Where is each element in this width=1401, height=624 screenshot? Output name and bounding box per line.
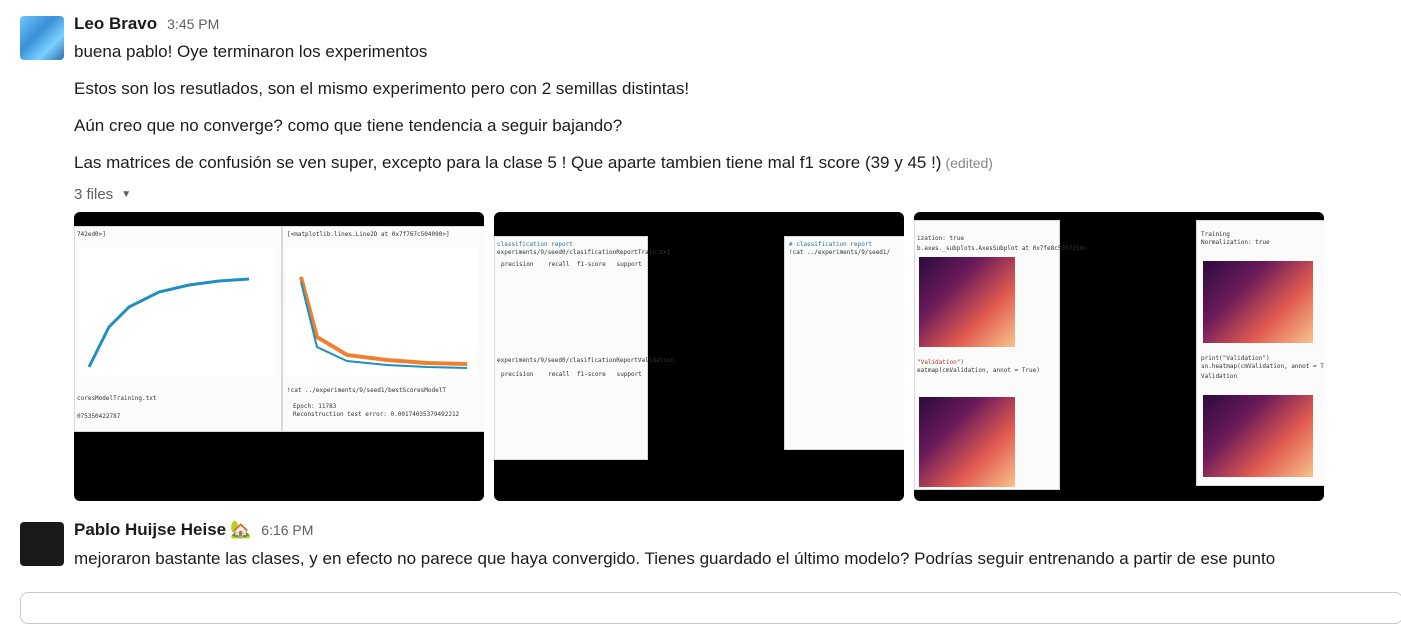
caret-down-icon: ▼ (121, 189, 132, 200)
output-text: "Validation") (917, 359, 964, 366)
output-text: experiments/9/seed0/clasificationReportV… (497, 357, 675, 364)
notebook-panel: 742ed0>] coresModelTraining.txt 07535042… (74, 226, 282, 432)
output-text: Reconstruction test error: 0.00174035379… (293, 411, 460, 418)
notebook-panel: [<matplotlib.lines.Line2D at 0x7f767c504… (282, 226, 484, 432)
loss-plot (287, 247, 477, 377)
training-heatmap (919, 257, 1015, 347)
message-text: buena pablo! Oye terminaron los experime… (74, 42, 428, 61)
output-text: b.axes._subplots.AxesSubplot at 0x7fe8c5… (917, 245, 1087, 252)
output-text: precision recall f1-score support (501, 371, 642, 378)
notebook-panel: classification report experiments/9/seed… (494, 236, 674, 460)
attachment-thumbnail-confusion-matrices[interactable]: ization: true b.axes._subplots.AxesSubpl… (914, 212, 1324, 501)
message-text: Estos son los resutlados, son el mismo e… (74, 79, 690, 98)
author-name[interactable]: Pablo Huijse Heise (74, 520, 226, 540)
output-text: Validation (1201, 373, 1238, 380)
training-heatmap (1203, 261, 1313, 343)
f1-score-plot (79, 247, 275, 377)
message-text-content: Las matrices de confusión se ven super, … (74, 153, 942, 172)
message-composer[interactable] (20, 592, 1401, 624)
notebook-panel: ization: true b.axes._subplots.AxesSubpl… (914, 220, 1087, 490)
avatar[interactable] (20, 522, 64, 566)
attachment-thumbnail-training-curves[interactable]: 742ed0>] coresModelTraining.txt 07535042… (74, 212, 484, 501)
output-text: !cat ../experiments/9/seed1/bestScoresMo… (287, 387, 446, 394)
message-text: mejoraron bastante las clases, y en efec… (74, 549, 1276, 568)
message-text: Aún creo que no converge? como que tiene… (74, 116, 623, 135)
message-text: Las matrices de confusión se ven super, … (74, 151, 993, 175)
output-text: coresModelTraining.txt (77, 395, 157, 402)
output-text: ization: true (917, 235, 964, 242)
notebook-panel: # classification report !cat ../experime… (784, 236, 904, 450)
output-text: Training (1201, 231, 1230, 238)
output-text: 742ed0>] (77, 231, 106, 238)
output-text: # classification report (789, 241, 873, 248)
timestamp[interactable]: 3:45 PM (167, 16, 219, 32)
author-name[interactable]: Leo Bravo (74, 14, 157, 34)
output-text: sn.heatmap(cmValidation, annot = T (1201, 363, 1324, 370)
avatar[interactable] (20, 16, 64, 60)
timestamp[interactable]: 6:16 PM (261, 522, 313, 538)
output-text: precision recall f1-score support (501, 261, 642, 268)
notebook-panel: Training Normalization: true print("Vali… (1196, 220, 1324, 486)
output-text: print("Validation") (1201, 355, 1270, 362)
status-emoji-house-icon[interactable]: 🏡 (230, 520, 251, 540)
files-count: 3 files (74, 186, 114, 203)
output-text: classification report (497, 241, 573, 248)
output-text: 075350422787 (77, 413, 121, 420)
output-text: Epoch: 11783 (293, 403, 337, 410)
edited-label: (edited) (945, 155, 993, 171)
validation-heatmap (1203, 395, 1313, 477)
attachment-thumbnail-classification-reports[interactable]: classification report experiments/9/seed… (494, 212, 904, 501)
output-text: experiments/9/seed0/clasificationReportT… (497, 249, 671, 256)
output-text: Normalization: true (1201, 239, 1270, 246)
files-toggle[interactable]: 3 files ▼ (74, 186, 131, 203)
output-text: eatmap(cmValidation, annot = True) (917, 367, 1040, 374)
output-text: !cat ../experiments/9/seed1/ (789, 249, 891, 256)
validation-heatmap (919, 397, 1015, 487)
output-text: [<matplotlib.lines.Line2D at 0x7f767c504… (287, 231, 450, 238)
